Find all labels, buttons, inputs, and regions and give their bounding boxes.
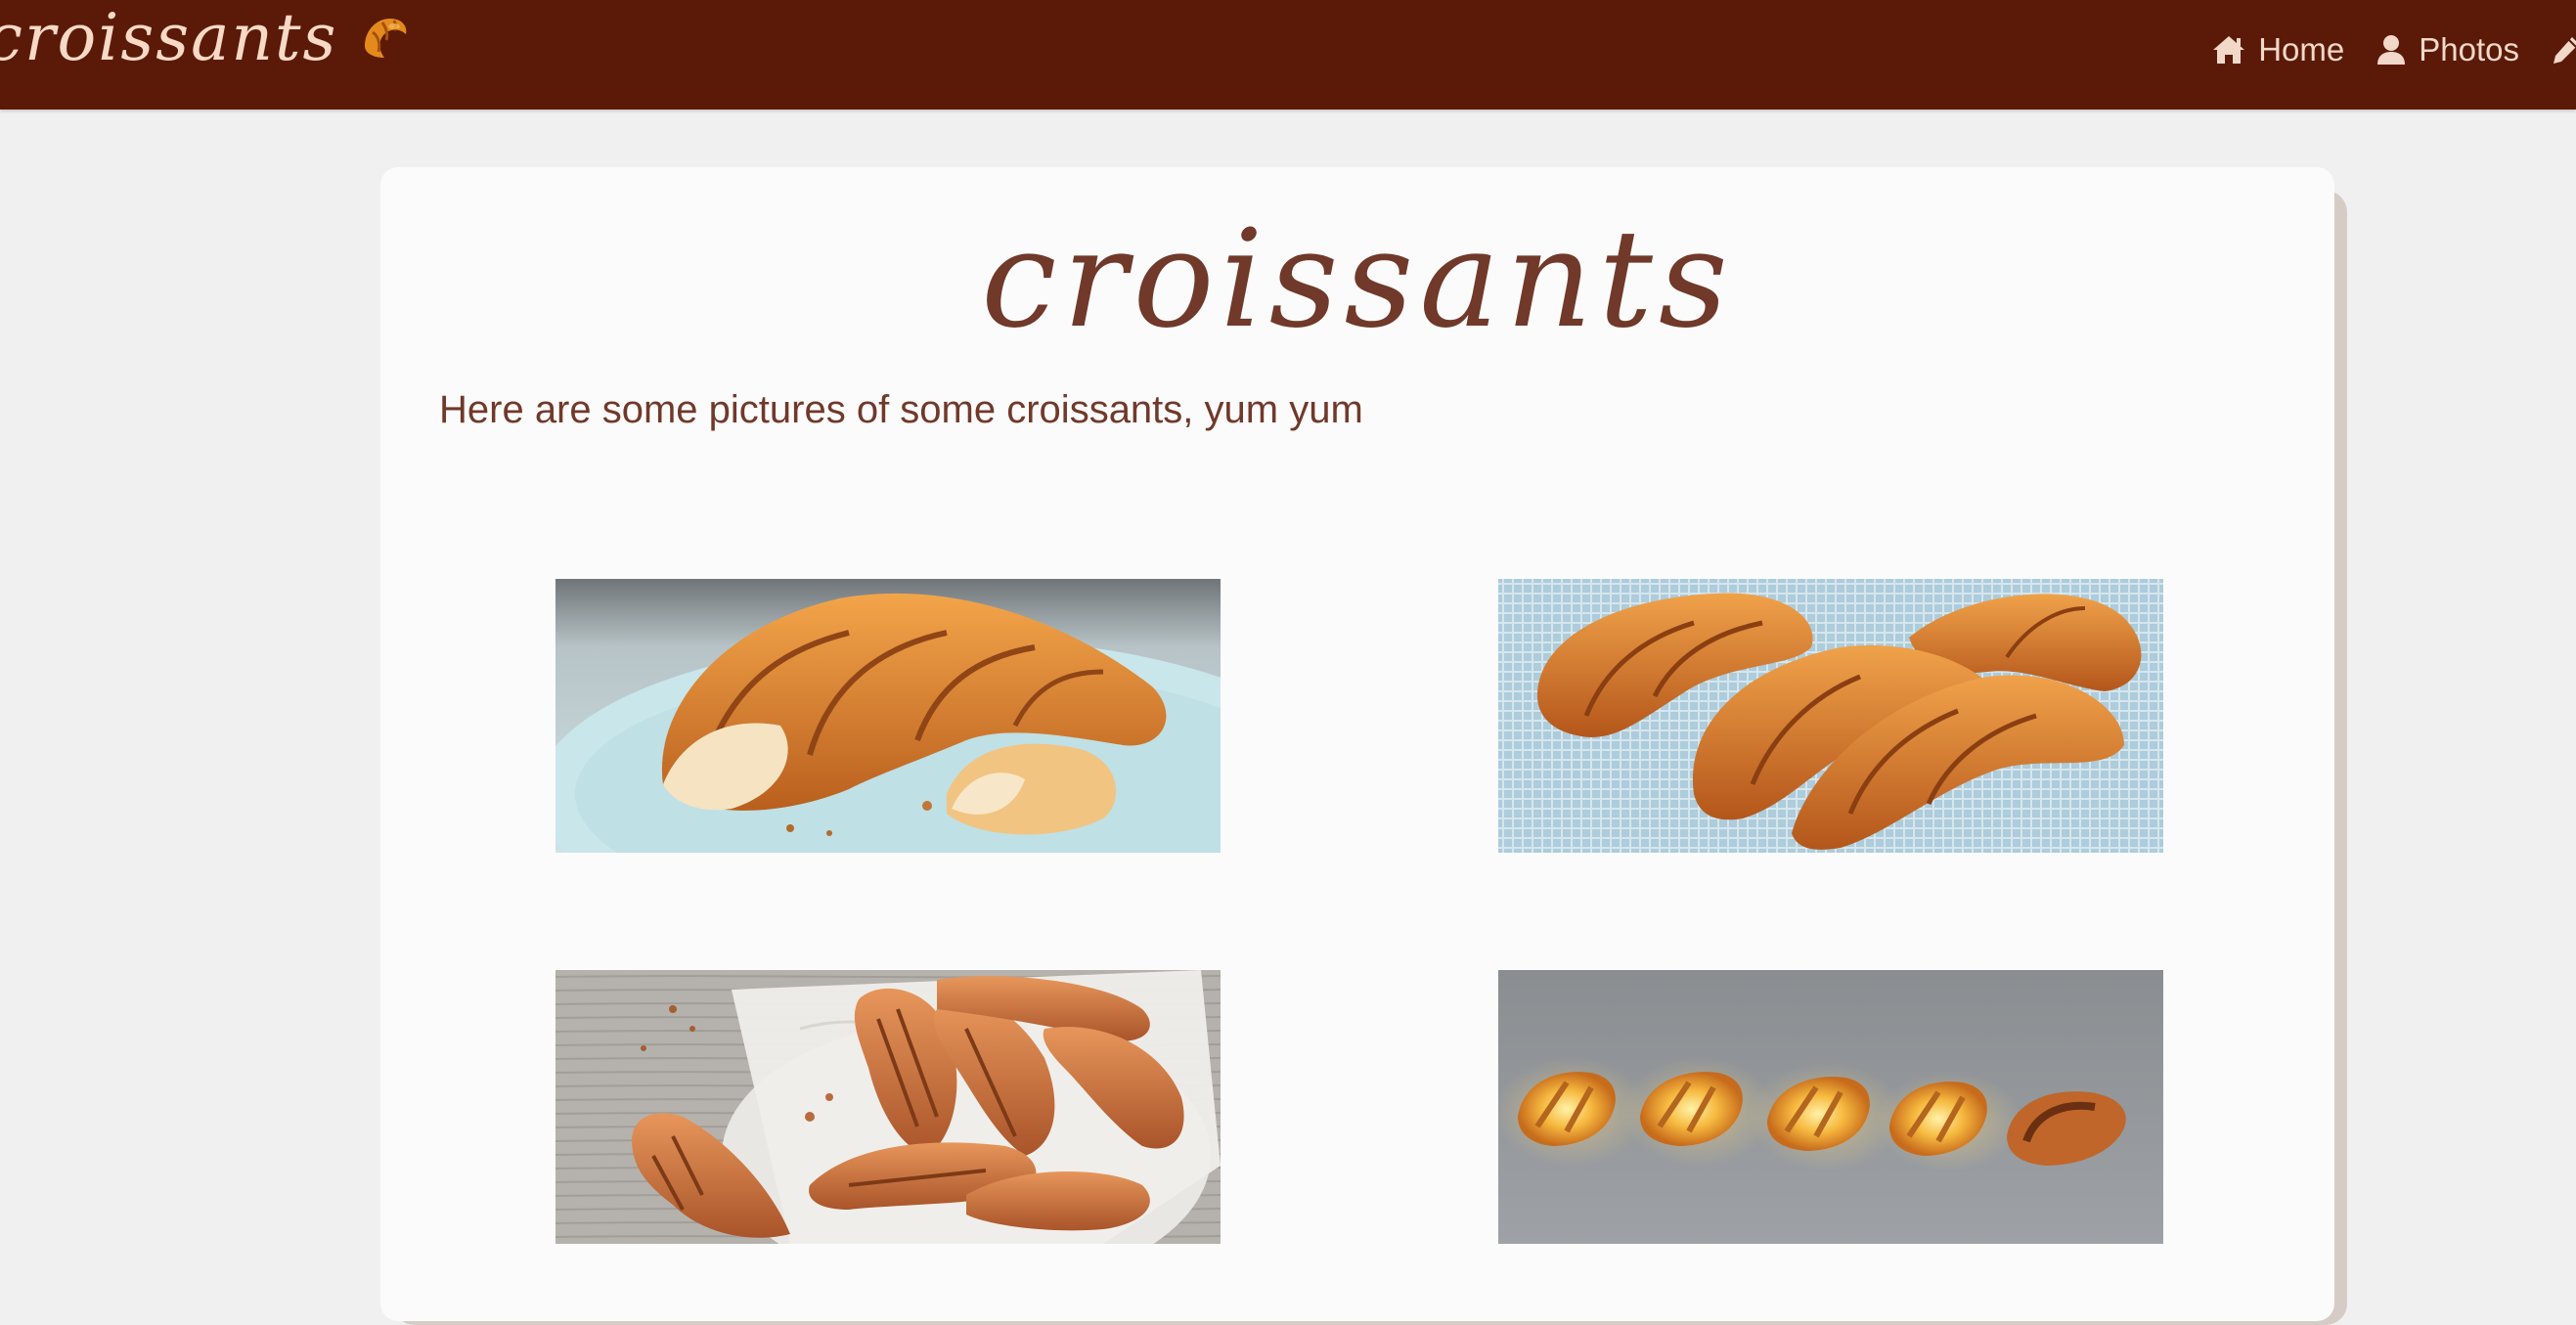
- croissant-photo-3: [555, 970, 1221, 1244]
- nav-photos-label: Photos: [2419, 31, 2519, 67]
- nav-home-label: Home: [2258, 31, 2345, 67]
- home-icon: [2213, 36, 2245, 64]
- nav-edit-link[interactable]: [2551, 34, 2576, 66]
- croissant-photo-4: [1498, 970, 2163, 1244]
- top-navbar: croissants Home Photos: [0, 0, 2576, 110]
- nav-home-link[interactable]: Home: [2211, 31, 2344, 68]
- croissant-photo-2: [1498, 579, 2163, 853]
- croissant-icon: [359, 13, 410, 64]
- nav-photos-link[interactable]: Photos: [2376, 31, 2519, 68]
- nav-links: Home Photos: [2211, 27, 2576, 72]
- content-card: croissants Here are some pictures of som…: [380, 167, 2334, 1321]
- brand-link[interactable]: croissants: [0, 4, 410, 72]
- pencil-icon: [2554, 37, 2576, 64]
- croissant-photo-1: [555, 579, 1221, 853]
- brand-title: croissants: [0, 0, 338, 75]
- page-title: croissants: [981, 200, 1734, 358]
- intro-text: Here are some pictures of some croissant…: [439, 388, 1363, 431]
- user-icon: [2377, 35, 2406, 65]
